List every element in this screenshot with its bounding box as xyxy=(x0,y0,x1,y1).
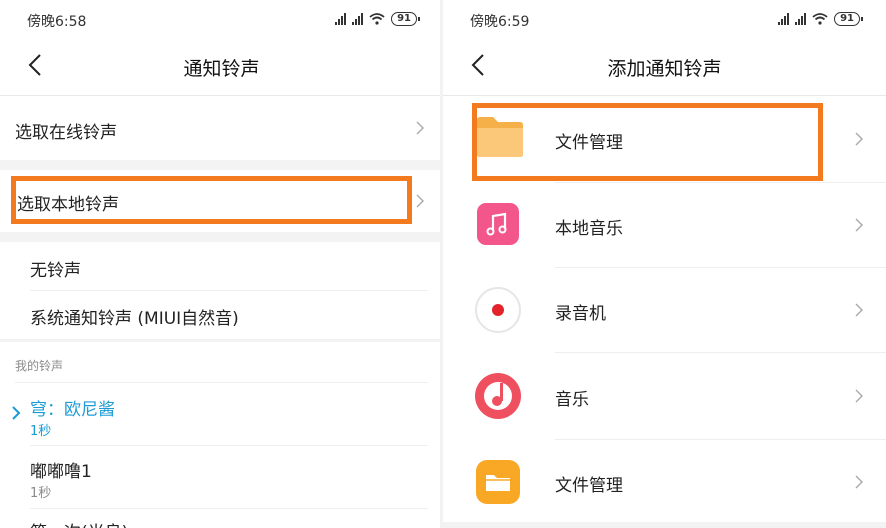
status-time: 傍晚6:58 xyxy=(27,14,87,30)
section-gap xyxy=(0,160,443,170)
source-local-music-row[interactable]: 本地音乐 xyxy=(443,183,886,267)
highlight-box xyxy=(472,103,823,181)
status-bar: 傍晚6:58 91 xyxy=(0,0,443,40)
source-recorder-row[interactable]: 录音机 xyxy=(443,268,886,352)
system-ringtone-label: 系统通知铃声 (MIUI自然音) xyxy=(30,309,239,329)
signal-icon xyxy=(778,13,790,25)
battery-indicator: 91 xyxy=(834,12,863,26)
status-time: 傍晚6:59 xyxy=(470,14,530,30)
ringtone-duration: 1秒 xyxy=(30,486,52,501)
section-gap xyxy=(0,232,443,242)
title-bar: 通知铃声 xyxy=(0,40,443,94)
chevron-right-icon xyxy=(855,475,863,489)
source-music-row[interactable]: 音乐 xyxy=(443,353,886,439)
recorder-icon xyxy=(475,287,521,333)
chevron-right-icon xyxy=(855,303,863,317)
source-label: 录音机 xyxy=(555,304,606,324)
page-title: 添加通知铃声 xyxy=(607,58,722,80)
my-ringtones-header: 我的铃声 xyxy=(15,359,64,373)
status-icons: 91 xyxy=(335,12,420,26)
section-gap xyxy=(0,339,443,342)
no-ringtone-label: 无铃声 xyxy=(30,261,81,281)
chevron-right-icon xyxy=(855,218,863,232)
ringtone-item[interactable]: 嘟嘟噜1 1秒 xyxy=(0,446,443,508)
source-label: 文件管理 xyxy=(555,476,623,496)
music-disc-icon xyxy=(475,373,521,419)
chevron-right-icon xyxy=(416,121,424,135)
status-icons: 91 xyxy=(778,12,863,26)
wifi-icon xyxy=(369,13,385,25)
status-bar: 傍晚6:59 91 xyxy=(443,0,886,40)
system-ringtone-row[interactable]: 系统通知铃声 (MIUI自然音) xyxy=(0,291,443,339)
selected-indicator-icon xyxy=(12,406,21,420)
signal-icon xyxy=(795,13,807,25)
source-label: 本地音乐 xyxy=(555,219,623,239)
signal-icon xyxy=(352,13,364,25)
online-ringtone-label: 选取在线铃声 xyxy=(15,123,117,143)
highlight-box xyxy=(11,176,412,224)
ringtone-name: 嘟嘟噜1 xyxy=(30,462,92,482)
title-bar: 添加通知铃声 xyxy=(443,40,886,94)
source-file-manager-app-row[interactable]: 文件管理 xyxy=(443,440,886,522)
add-notification-ringtone-screen: 傍晚6:59 91 添加通知铃声 文件管理 本地音乐 录音机 音乐 文件管理 xyxy=(443,0,886,528)
ringtone-name: 第一次(光良) xyxy=(30,518,128,528)
notification-ringtone-screen: 傍晚6:58 91 通知铃声 选取在线铃声 选取本地铃声 无铃声 系统通知铃声 … xyxy=(0,0,443,528)
ringtone-name: 穹：欧尼酱 xyxy=(30,400,115,420)
chevron-right-icon xyxy=(855,132,863,146)
ringtone-item[interactable]: 穹：欧尼酱 1秒 xyxy=(0,383,443,445)
music-note-icon xyxy=(477,203,519,245)
chevron-right-icon xyxy=(416,194,424,208)
source-label: 音乐 xyxy=(555,390,589,410)
wifi-icon xyxy=(812,13,828,25)
chevron-right-icon xyxy=(855,389,863,403)
ringtone-item[interactable]: 第一次(光良) xyxy=(0,509,443,528)
page-title: 通知铃声 xyxy=(183,58,260,80)
ringtone-duration: 1秒 xyxy=(30,424,52,439)
no-ringtone-row[interactable]: 无铃声 xyxy=(0,242,443,290)
online-ringtone-row[interactable]: 选取在线铃声 xyxy=(0,96,443,160)
battery-indicator: 91 xyxy=(391,12,420,26)
file-manager-icon xyxy=(476,460,520,504)
bottom-gap xyxy=(443,522,886,528)
signal-icon xyxy=(335,13,347,25)
